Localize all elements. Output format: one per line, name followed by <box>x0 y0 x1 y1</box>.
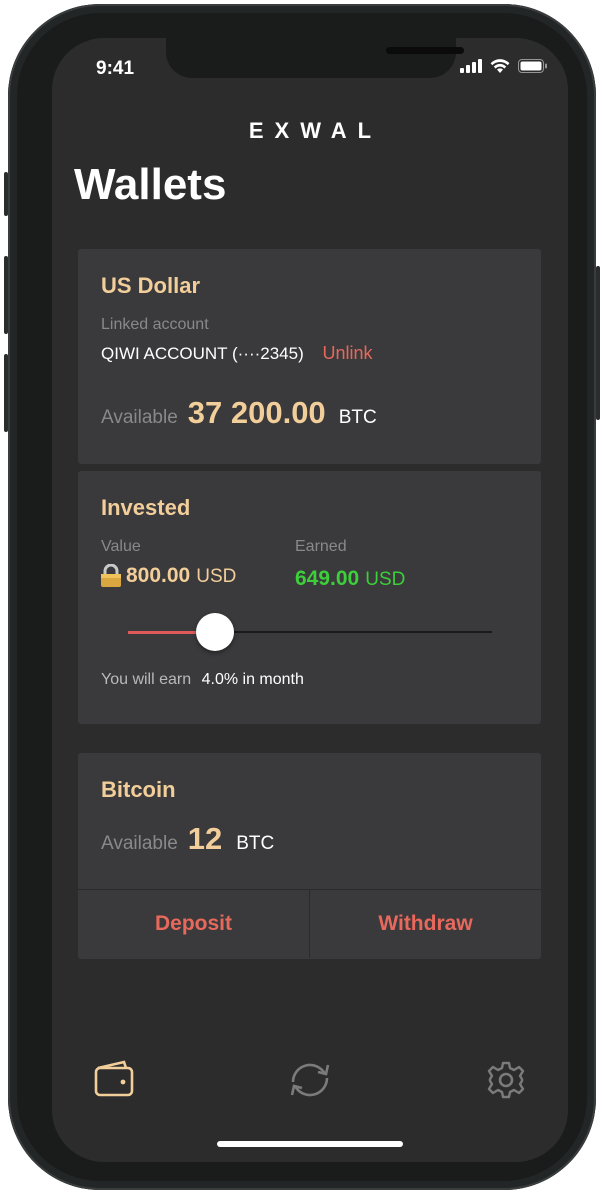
available-label: Available <box>101 833 178 854</box>
notch <box>166 38 464 78</box>
usd-wallet-card[interactable]: US Dollar Linked account QIWI ACCOUNT (·… <box>78 249 541 464</box>
value-label: Value <box>101 538 141 555</box>
card-title: Invested <box>101 495 191 520</box>
withdraw-button[interactable]: Withdraw <box>310 890 541 958</box>
invested-card: Invested Value 800.00 USD Earned 649.00 … <box>78 471 541 724</box>
mute-switch <box>4 172 8 216</box>
earned-label: Earned <box>295 538 347 555</box>
status-icons <box>460 58 548 73</box>
phone-frame: 9:41 EXWAL Wallets US Dollar Linked acco… <box>4 4 600 1190</box>
available-amount: 12 <box>187 821 223 856</box>
deposit-button[interactable]: Deposit <box>78 890 310 958</box>
volume-up-button <box>4 256 8 334</box>
earn-prefix: You will earn <box>101 671 192 688</box>
brand-logo: EXWAL <box>248 118 383 143</box>
currency-code: BTC <box>236 833 275 854</box>
lock-icon <box>101 564 121 587</box>
card-actions: Deposit Withdraw <box>78 889 541 958</box>
home-indicator[interactable] <box>217 1141 403 1147</box>
power-button <box>596 266 600 420</box>
linked-account-label: Linked account <box>101 316 209 333</box>
slider-knob[interactable] <box>196 613 235 651</box>
cellular-signal-icon <box>460 58 482 73</box>
card-title: US Dollar <box>101 273 201 298</box>
earned-currency: USD <box>365 569 406 590</box>
exchange-icon[interactable] <box>285 1060 335 1100</box>
earn-rate: 4.0% in month <box>201 671 304 688</box>
earned-amount: 649.00 <box>295 567 360 590</box>
page-title: Wallets <box>74 160 227 209</box>
wifi-icon <box>490 59 510 73</box>
value-amount: 800.00 <box>126 564 191 587</box>
app-screen: 9:41 EXWAL Wallets US Dollar Linked acco… <box>52 38 568 1162</box>
linked-account-value: QIWI ACCOUNT (····2345) <box>101 344 304 363</box>
speaker-grille <box>386 47 464 54</box>
value-currency: USD <box>196 566 237 587</box>
bitcoin-wallet-card[interactable]: Bitcoin Available 12 BTC Deposit Withdra… <box>78 753 541 959</box>
wallet-icon[interactable] <box>94 1060 134 1100</box>
available-amount: 37 200.00 <box>187 395 326 430</box>
volume-down-button <box>4 354 8 432</box>
available-label: Available <box>101 407 178 428</box>
settings-icon[interactable] <box>486 1060 526 1100</box>
battery-icon <box>518 58 547 73</box>
currency-code: BTC <box>338 407 377 428</box>
unlink-link[interactable]: Unlink <box>323 343 373 363</box>
status-time: 9:41 <box>96 58 135 79</box>
card-title: Bitcoin <box>101 777 176 802</box>
slider-track[interactable] <box>215 631 492 633</box>
